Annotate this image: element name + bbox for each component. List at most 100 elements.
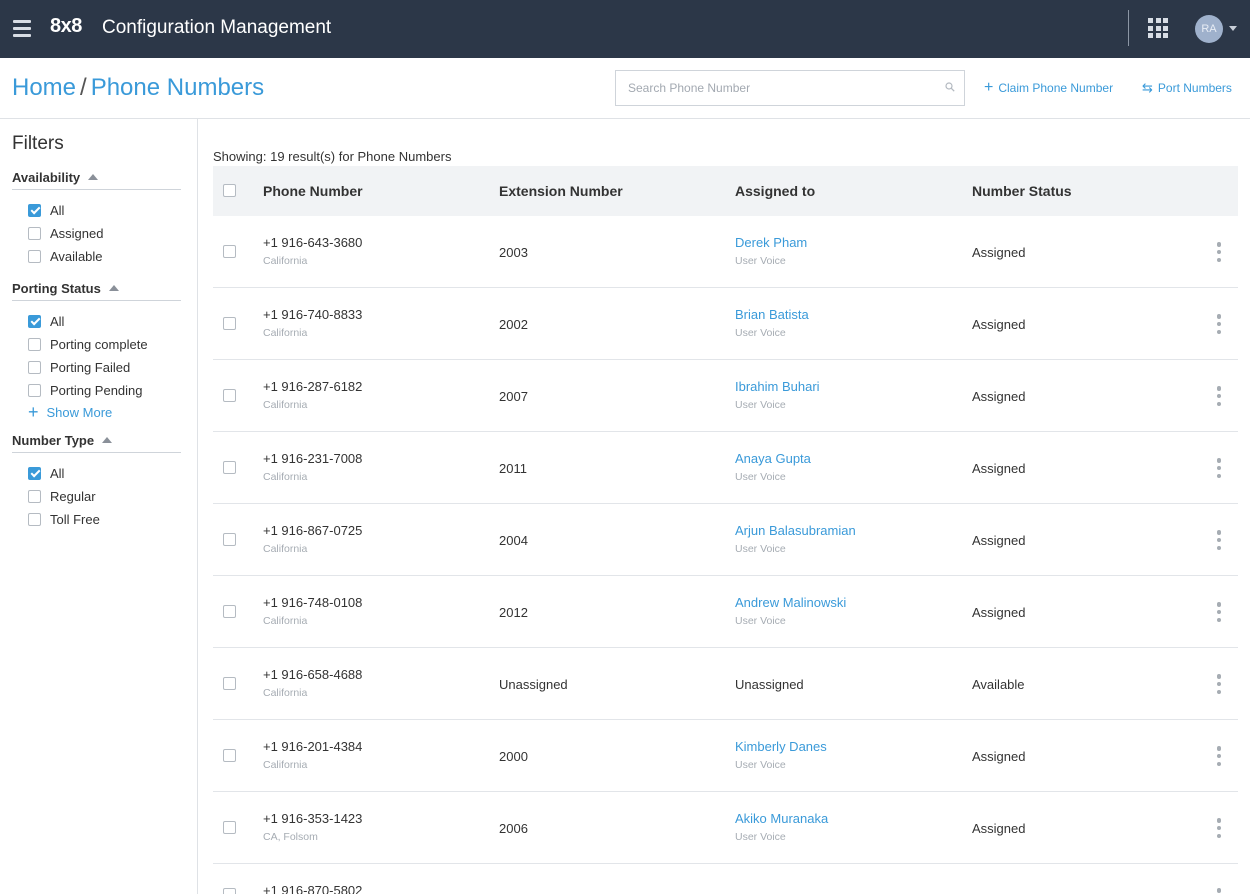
table-row[interactable]: +1 916-201-4384 California 2000 Kimberly… <box>213 720 1238 792</box>
assignee-link[interactable]: Andrew Malinowski <box>735 595 846 610</box>
table-row[interactable]: +1 916-870-5802 <box>213 864 1238 894</box>
extension-number: 2000 <box>499 749 528 764</box>
caret-up-icon[interactable] <box>88 174 99 180</box>
more-options-icon[interactable] <box>1216 530 1222 550</box>
filter-group-availability[interactable]: Availability <box>12 170 181 190</box>
caret-up-icon[interactable] <box>102 437 113 443</box>
filter-option-assigned[interactable]: Assigned <box>28 225 103 241</box>
port-numbers-button[interactable]: ⇆ Port Numbers <box>1142 81 1232 95</box>
row-checkbox[interactable] <box>223 677 236 690</box>
filter-option-porting-failed[interactable]: Porting Failed <box>28 359 130 375</box>
phone-number: +1 916-870-5802 <box>263 883 363 894</box>
checkbox[interactable] <box>28 383 41 397</box>
checkbox[interactable] <box>28 203 41 217</box>
search-box <box>615 70 965 106</box>
row-checkbox[interactable] <box>223 888 236 894</box>
row-checkbox[interactable] <box>223 245 236 258</box>
table-row[interactable]: +1 916-353-1423 CA, Folsom 2006 Akiko Mu… <box>213 792 1238 864</box>
swap-arrows-icon: ⇆ <box>1142 80 1153 95</box>
row-checkbox[interactable] <box>223 389 236 402</box>
table-row[interactable]: +1 916-287-6182 California 2007 Ibrahim … <box>213 360 1238 432</box>
breadcrumb-current[interactable]: Phone Numbers <box>91 74 264 101</box>
assignee-link[interactable]: Brian Batista <box>735 307 809 322</box>
more-options-icon[interactable] <box>1216 314 1222 334</box>
table-row[interactable]: +1 916-658-4688 California Unassigned Un… <box>213 648 1238 720</box>
apps-grid-icon[interactable] <box>1148 18 1168 38</box>
more-options-icon[interactable] <box>1216 242 1222 262</box>
filters-sidebar: Filters Availability All Assigned Availa… <box>0 119 198 894</box>
filter-option-regular[interactable]: Regular <box>28 488 96 504</box>
assignee-link[interactable]: Ibrahim Buhari <box>735 379 820 394</box>
column-header-number-status[interactable]: Number Status <box>972 183 1072 199</box>
checkbox[interactable] <box>28 314 41 328</box>
chevron-down-icon[interactable] <box>1229 26 1237 31</box>
filter-option-porting-all[interactable]: All <box>28 313 64 329</box>
table-row[interactable]: +1 916-748-0108 California 2012 Andrew M… <box>213 576 1238 648</box>
assignee-role: User Voice <box>735 327 786 339</box>
filter-option-availability-all[interactable]: All <box>28 202 64 218</box>
search-icon[interactable] <box>945 82 955 92</box>
row-checkbox[interactable] <box>223 461 236 474</box>
number-status: Assigned <box>972 461 1026 476</box>
table-row[interactable]: +1 916-867-0725 California 2004 Arjun Ba… <box>213 504 1238 576</box>
assignee-link[interactable]: Akiko Muranaka <box>735 811 828 826</box>
more-options-icon[interactable] <box>1216 602 1222 622</box>
assignee-role: User Voice <box>735 255 786 267</box>
row-checkbox[interactable] <box>223 317 236 330</box>
phone-location: California <box>263 687 308 699</box>
table-row[interactable]: +1 916-231-7008 California 2011 Anaya Gu… <box>213 432 1238 504</box>
breadcrumb-home-link[interactable]: Home <box>12 74 76 101</box>
checkbox[interactable] <box>28 489 41 503</box>
table-row[interactable]: +1 916-643-3680 California 2003 Derek Ph… <box>213 216 1238 288</box>
breadcrumb-separator: / <box>80 74 87 101</box>
assignee-link[interactable]: Kimberly Danes <box>735 739 827 754</box>
caret-up-icon[interactable] <box>108 285 119 291</box>
more-options-icon[interactable] <box>1216 746 1222 766</box>
more-options-icon[interactable] <box>1216 386 1222 406</box>
assignee-link[interactable]: Arjun Balasubramian <box>735 523 856 538</box>
row-checkbox[interactable] <box>223 749 236 762</box>
number-status: Assigned <box>972 245 1026 260</box>
phone-number: +1 916-867-0725 <box>263 523 363 538</box>
select-all-checkbox[interactable] <box>223 184 236 197</box>
top-navigation-bar: 8x8 Configuration Management RA <box>0 0 1250 58</box>
phone-location: California <box>263 471 308 483</box>
assignee-link[interactable]: Derek Pham <box>735 235 807 250</box>
assignee-link[interactable]: Anaya Gupta <box>735 451 811 466</box>
column-header-phone-number[interactable]: Phone Number <box>263 183 363 199</box>
show-more-link[interactable]: + Show More <box>28 403 112 421</box>
more-options-icon[interactable] <box>1216 458 1222 478</box>
checkbox[interactable] <box>28 337 41 351</box>
assignee-role: User Voice <box>735 759 786 771</box>
brand-logo[interactable]: 8x8 <box>50 15 82 38</box>
more-options-icon[interactable] <box>1216 888 1222 894</box>
filter-option-toll-free[interactable]: Toll Free <box>28 511 100 527</box>
user-avatar[interactable]: RA <box>1195 15 1223 43</box>
filter-group-porting-status[interactable]: Porting Status <box>12 281 181 301</box>
column-header-extension-number[interactable]: Extension Number <box>499 183 623 199</box>
checkbox[interactable] <box>28 226 41 240</box>
hamburger-menu-icon[interactable] <box>13 20 31 37</box>
more-options-icon[interactable] <box>1216 818 1222 838</box>
checkbox[interactable] <box>28 360 41 374</box>
checkbox[interactable] <box>28 249 41 263</box>
row-checkbox[interactable] <box>223 821 236 834</box>
filter-option-type-all[interactable]: All <box>28 465 64 481</box>
claim-phone-number-button[interactable]: + Claim Phone Number <box>984 80 1113 96</box>
checkbox[interactable] <box>28 512 41 526</box>
row-checkbox[interactable] <box>223 533 236 546</box>
app-title: Configuration Management <box>102 17 332 38</box>
column-header-assigned-to[interactable]: Assigned to <box>735 183 815 199</box>
table-row[interactable]: +1 916-740-8833 California 2002 Brian Ba… <box>213 288 1238 360</box>
page-header: Home/Phone Numbers + Claim Phone Number … <box>0 58 1250 119</box>
search-input[interactable] <box>616 71 926 105</box>
filter-option-porting-pending[interactable]: Porting Pending <box>28 382 143 398</box>
extension-number: 2012 <box>499 605 528 620</box>
filter-option-available[interactable]: Available <box>28 248 103 264</box>
filter-group-number-type[interactable]: Number Type <box>12 433 181 453</box>
filter-option-porting-complete[interactable]: Porting complete <box>28 336 148 352</box>
row-checkbox[interactable] <box>223 605 236 618</box>
checkbox[interactable] <box>28 466 41 480</box>
number-status: Assigned <box>972 749 1026 764</box>
more-options-icon[interactable] <box>1216 674 1222 694</box>
